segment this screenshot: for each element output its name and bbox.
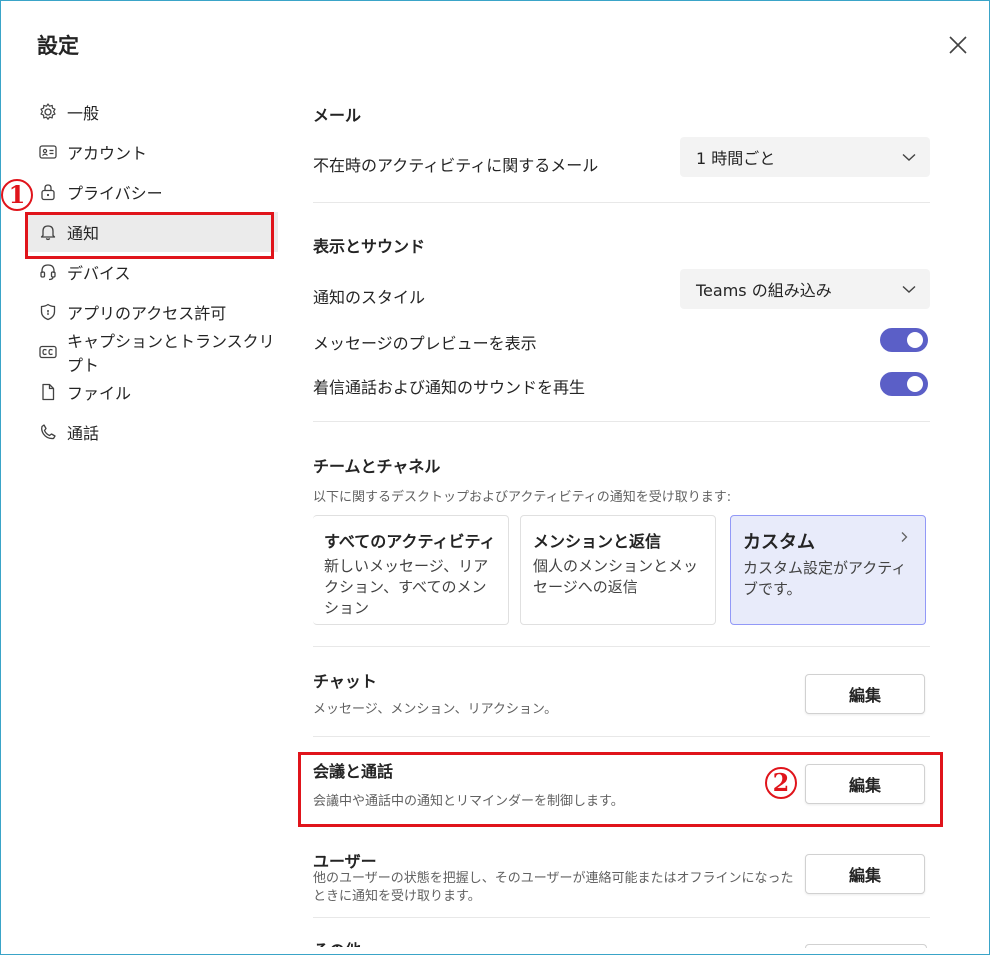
sidebar-item-label: アプリのアクセス許可 xyxy=(67,304,227,323)
card-description: 新しいメッセージ、リアクション、すべてのメンション xyxy=(324,557,489,617)
annotation-marker-1: 1 xyxy=(1,179,33,211)
sidebar-item-files[interactable]: ファイル xyxy=(30,372,275,412)
sidebar-item-app-permissions[interactable]: アプリのアクセス許可 xyxy=(30,292,275,332)
file-icon xyxy=(38,382,58,402)
dialog-title: 設定 xyxy=(37,34,79,58)
message-preview-label: メッセージのプレビューを表示 xyxy=(313,334,537,353)
cc-icon xyxy=(38,342,58,362)
sidebar-item-label: プライバシー xyxy=(67,184,163,203)
sidebar-item-label: キャプションとトランスクリプト xyxy=(67,332,275,375)
sidebar-item-captions[interactable]: キャプションとトランスクリプト xyxy=(30,332,275,375)
card-title: すべてのアクティビティ xyxy=(324,532,496,551)
sidebar-item-label: アカウント xyxy=(67,144,148,163)
card-description: カスタム設定がアクティブです。 xyxy=(743,559,907,598)
card-custom[interactable]: カスタム カスタム設定がアクティブです。 xyxy=(730,515,926,625)
card-title: メンションと返信 xyxy=(533,532,662,551)
gear-icon xyxy=(38,102,58,122)
teams-section-title: チームとチャネル xyxy=(313,457,441,476)
sidebar-item-label: ファイル xyxy=(67,384,132,403)
divider xyxy=(313,646,930,647)
annotation-box-notifications xyxy=(25,212,274,259)
mail-frequency-dropdown[interactable]: 1 時間ごと xyxy=(680,137,930,177)
divider xyxy=(313,736,930,737)
notification-style-value: Teams の組み込み xyxy=(696,281,832,300)
chat-section-title: チャット xyxy=(313,672,377,691)
phone-icon xyxy=(38,422,58,442)
display-section-title: 表示とサウンド xyxy=(313,237,426,256)
sidebar-item-label: 一般 xyxy=(67,104,100,123)
mail-section-title: メール xyxy=(313,106,362,125)
users-edit-button[interactable]: 編集 xyxy=(805,854,925,894)
other-edit-button[interactable] xyxy=(805,944,927,948)
headset-icon xyxy=(38,262,58,282)
chevron-down-icon xyxy=(902,285,916,293)
annotation-box-meetings xyxy=(298,752,943,827)
divider xyxy=(313,202,930,203)
other-section-clip: その他 xyxy=(313,937,361,947)
notification-style-dropdown[interactable]: Teams の組み込み xyxy=(680,269,930,309)
chat-section-description: メッセージ、メンション、リアクション。 xyxy=(313,702,558,717)
chevron-right-icon xyxy=(901,532,908,542)
users-section-description: 他のユーザーの状態を把握し、そのユーザーが連絡可能またはオフラインになったときに… xyxy=(313,871,794,904)
users-section-title: ユーザー xyxy=(313,852,377,871)
sidebar-item-general[interactable]: 一般 xyxy=(30,92,275,132)
sidebar-item-privacy[interactable]: プライバシー xyxy=(30,172,275,212)
mail-frequency-label: 不在時のアクティビティに関するメール xyxy=(313,156,599,175)
id-card-icon xyxy=(38,142,58,162)
sidebar-item-account[interactable]: アカウント xyxy=(30,132,275,172)
card-mentions-replies[interactable]: メンションと返信 個人のメンションとメッセージへの返信 xyxy=(520,515,716,625)
sidebar-item-label: 通話 xyxy=(67,424,100,443)
divider xyxy=(313,421,930,422)
chat-edit-button[interactable]: 編集 xyxy=(805,674,925,714)
other-section-title: その他 xyxy=(313,937,361,947)
sidebar-item-calls[interactable]: 通話 xyxy=(30,412,275,452)
card-all-activity[interactable]: すべてのアクティビティ 新しいメッセージ、リアクション、すべてのメンション xyxy=(313,515,509,625)
sidebar-item-label: デバイス xyxy=(67,264,131,283)
mail-frequency-value: 1 時間ごと xyxy=(696,149,776,168)
message-preview-toggle[interactable] xyxy=(880,328,928,352)
close-icon[interactable] xyxy=(945,32,971,58)
shield-icon xyxy=(38,302,58,322)
settings-sidebar: 一般 アカウント プライバシー 通知 デバイス アプリのアクセス許可 キャプショ… xyxy=(28,92,278,452)
notification-sound-label: 着信通話および通知のサウンドを再生 xyxy=(313,378,586,397)
chevron-down-icon xyxy=(902,153,916,161)
notification-style-label: 通知のスタイル xyxy=(313,288,426,307)
lock-icon xyxy=(38,182,58,202)
divider xyxy=(313,917,930,918)
teams-section-subtitle: 以下に関するデスクトップおよびアクティビティの通知を受け取ります: xyxy=(313,490,732,505)
notification-sound-toggle[interactable] xyxy=(880,372,928,396)
card-title: カスタム xyxy=(743,532,815,553)
card-description: 個人のメンションとメッセージへの返信 xyxy=(533,557,699,596)
